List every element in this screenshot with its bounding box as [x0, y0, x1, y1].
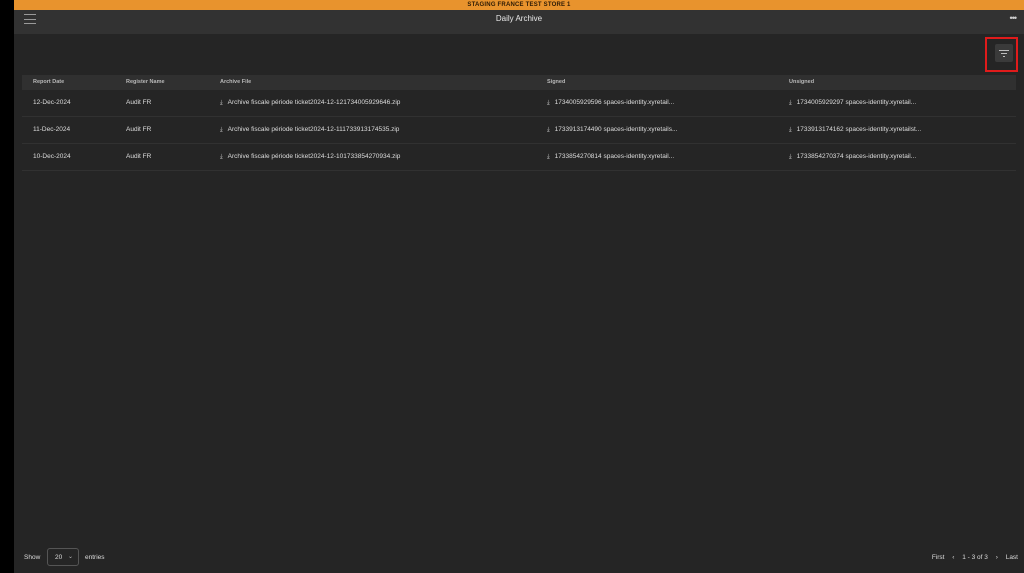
more-icon[interactable]: ••• [1010, 13, 1018, 23]
report-date-cell: 10-Dec-2024 [33, 153, 71, 160]
download-icon: ⤓ [547, 127, 550, 133]
table-row: 10-Dec-2024 Audit FR ⤓ Archive fiscale pé… [22, 144, 1016, 171]
download-icon: ⤓ [789, 100, 792, 106]
unsigned-file-name: 1734005929297 spaces-identity.xyretail..… [796, 99, 917, 106]
download-icon: ⤓ [789, 154, 792, 160]
download-icon: ⤓ [547, 154, 550, 160]
pagination: First ‹ 1 - 3 of 3 › Last [926, 554, 1018, 561]
download-icon: ⤓ [220, 127, 223, 133]
report-date-cell: 11-Dec-2024 [33, 126, 71, 133]
top-header: Daily Archive ••• [14, 10, 1024, 34]
window-edge [0, 0, 14, 573]
prev-page-icon[interactable]: ‹ [952, 554, 954, 561]
entries-label: entries [85, 554, 105, 561]
column-header-unsigned[interactable]: Unsigned [789, 79, 814, 85]
archive-file-name: Archive fiscale période ticket2024-12-12… [227, 99, 401, 106]
unsigned-file-name: 1733854270374 spaces-identity.xyretail..… [796, 153, 917, 160]
unsigned-file-link[interactable]: ⤓ 1734005929297 spaces-identity.xyretail.… [789, 99, 916, 107]
download-icon: ⤓ [789, 127, 792, 133]
highlight-box [985, 37, 1018, 72]
register-name-cell: Audit FR [126, 99, 152, 106]
register-name-cell: Audit FR [126, 126, 152, 133]
column-header-archive-file[interactable]: Archive File [220, 79, 251, 85]
archive-file-name: Archive fiscale période ticket2024-12-11… [227, 126, 400, 133]
page-size-value: 20 [55, 554, 63, 561]
archive-file-link[interactable]: ⤓ Archive fiscale période ticket2024-12-1… [220, 126, 399, 134]
page-title: Daily Archive [495, 14, 543, 23]
app-window: STAGING FRANCE TEST STORE 1 Daily Archiv… [14, 0, 1024, 573]
archive-table: Report Date Register Name Archive File S… [22, 75, 1016, 171]
environment-banner: STAGING FRANCE TEST STORE 1 [14, 0, 1024, 10]
unsigned-file-link[interactable]: ⤓ 1733913174162 spaces-identity.xyretails… [789, 126, 921, 134]
table-header: Report Date Register Name Archive File S… [22, 75, 1016, 90]
table-row: 12-Dec-2024 Audit FR ⤓ Archive fiscale pé… [22, 90, 1016, 117]
show-label: Show [24, 554, 41, 561]
column-header-register-name[interactable]: Register Name [126, 79, 165, 85]
signed-file-link[interactable]: ⤓ 1733854270814 spaces-identity.xyretail.… [547, 153, 674, 161]
unsigned-file-name: 1733913174162 spaces-identity.xyretailst… [796, 126, 922, 133]
report-date-cell: 12-Dec-2024 [33, 99, 71, 106]
first-page-button[interactable]: First [932, 554, 945, 561]
table-footer: Show 20 ⌄ entries First ‹ 1 - 3 of 3 › L… [24, 547, 1018, 569]
archive-file-name: Archive fiscale période ticket2024-12-10… [227, 153, 401, 160]
signed-file-link[interactable]: ⤓ 1734005929596 spaces-identity.xyretail.… [547, 99, 674, 107]
signed-file-name: 1733854270814 spaces-identity.xyretail..… [554, 153, 675, 160]
download-icon: ⤓ [547, 100, 550, 106]
download-icon: ⤓ [220, 100, 223, 106]
archive-file-link[interactable]: ⤓ Archive fiscale période ticket2024-12-1… [220, 99, 400, 107]
next-page-icon[interactable]: › [996, 554, 998, 561]
page-range: 1 - 3 of 3 [962, 554, 988, 561]
signed-file-name: 1733913174490 spaces-identity.xyretails.… [554, 126, 678, 133]
archive-file-link[interactable]: ⤓ Archive fiscale période ticket2024-12-1… [220, 153, 400, 161]
column-header-signed[interactable]: Signed [547, 79, 565, 85]
page-size-select[interactable]: 20 ⌄ [47, 548, 79, 566]
signed-file-name: 1734005929596 spaces-identity.xyretail..… [554, 99, 675, 106]
signed-file-link[interactable]: ⤓ 1733913174490 spaces-identity.xyretails… [547, 126, 677, 134]
download-icon: ⤓ [220, 154, 223, 160]
column-header-report-date[interactable]: Report Date [33, 79, 64, 85]
chevron-down-icon: ⌄ [67, 554, 73, 560]
unsigned-file-link[interactable]: ⤓ 1733854270374 spaces-identity.xyretail.… [789, 153, 916, 161]
table-row: 11-Dec-2024 Audit FR ⤓ Archive fiscale pé… [22, 117, 1016, 144]
last-page-button[interactable]: Last [1006, 554, 1018, 561]
register-name-cell: Audit FR [126, 153, 152, 160]
